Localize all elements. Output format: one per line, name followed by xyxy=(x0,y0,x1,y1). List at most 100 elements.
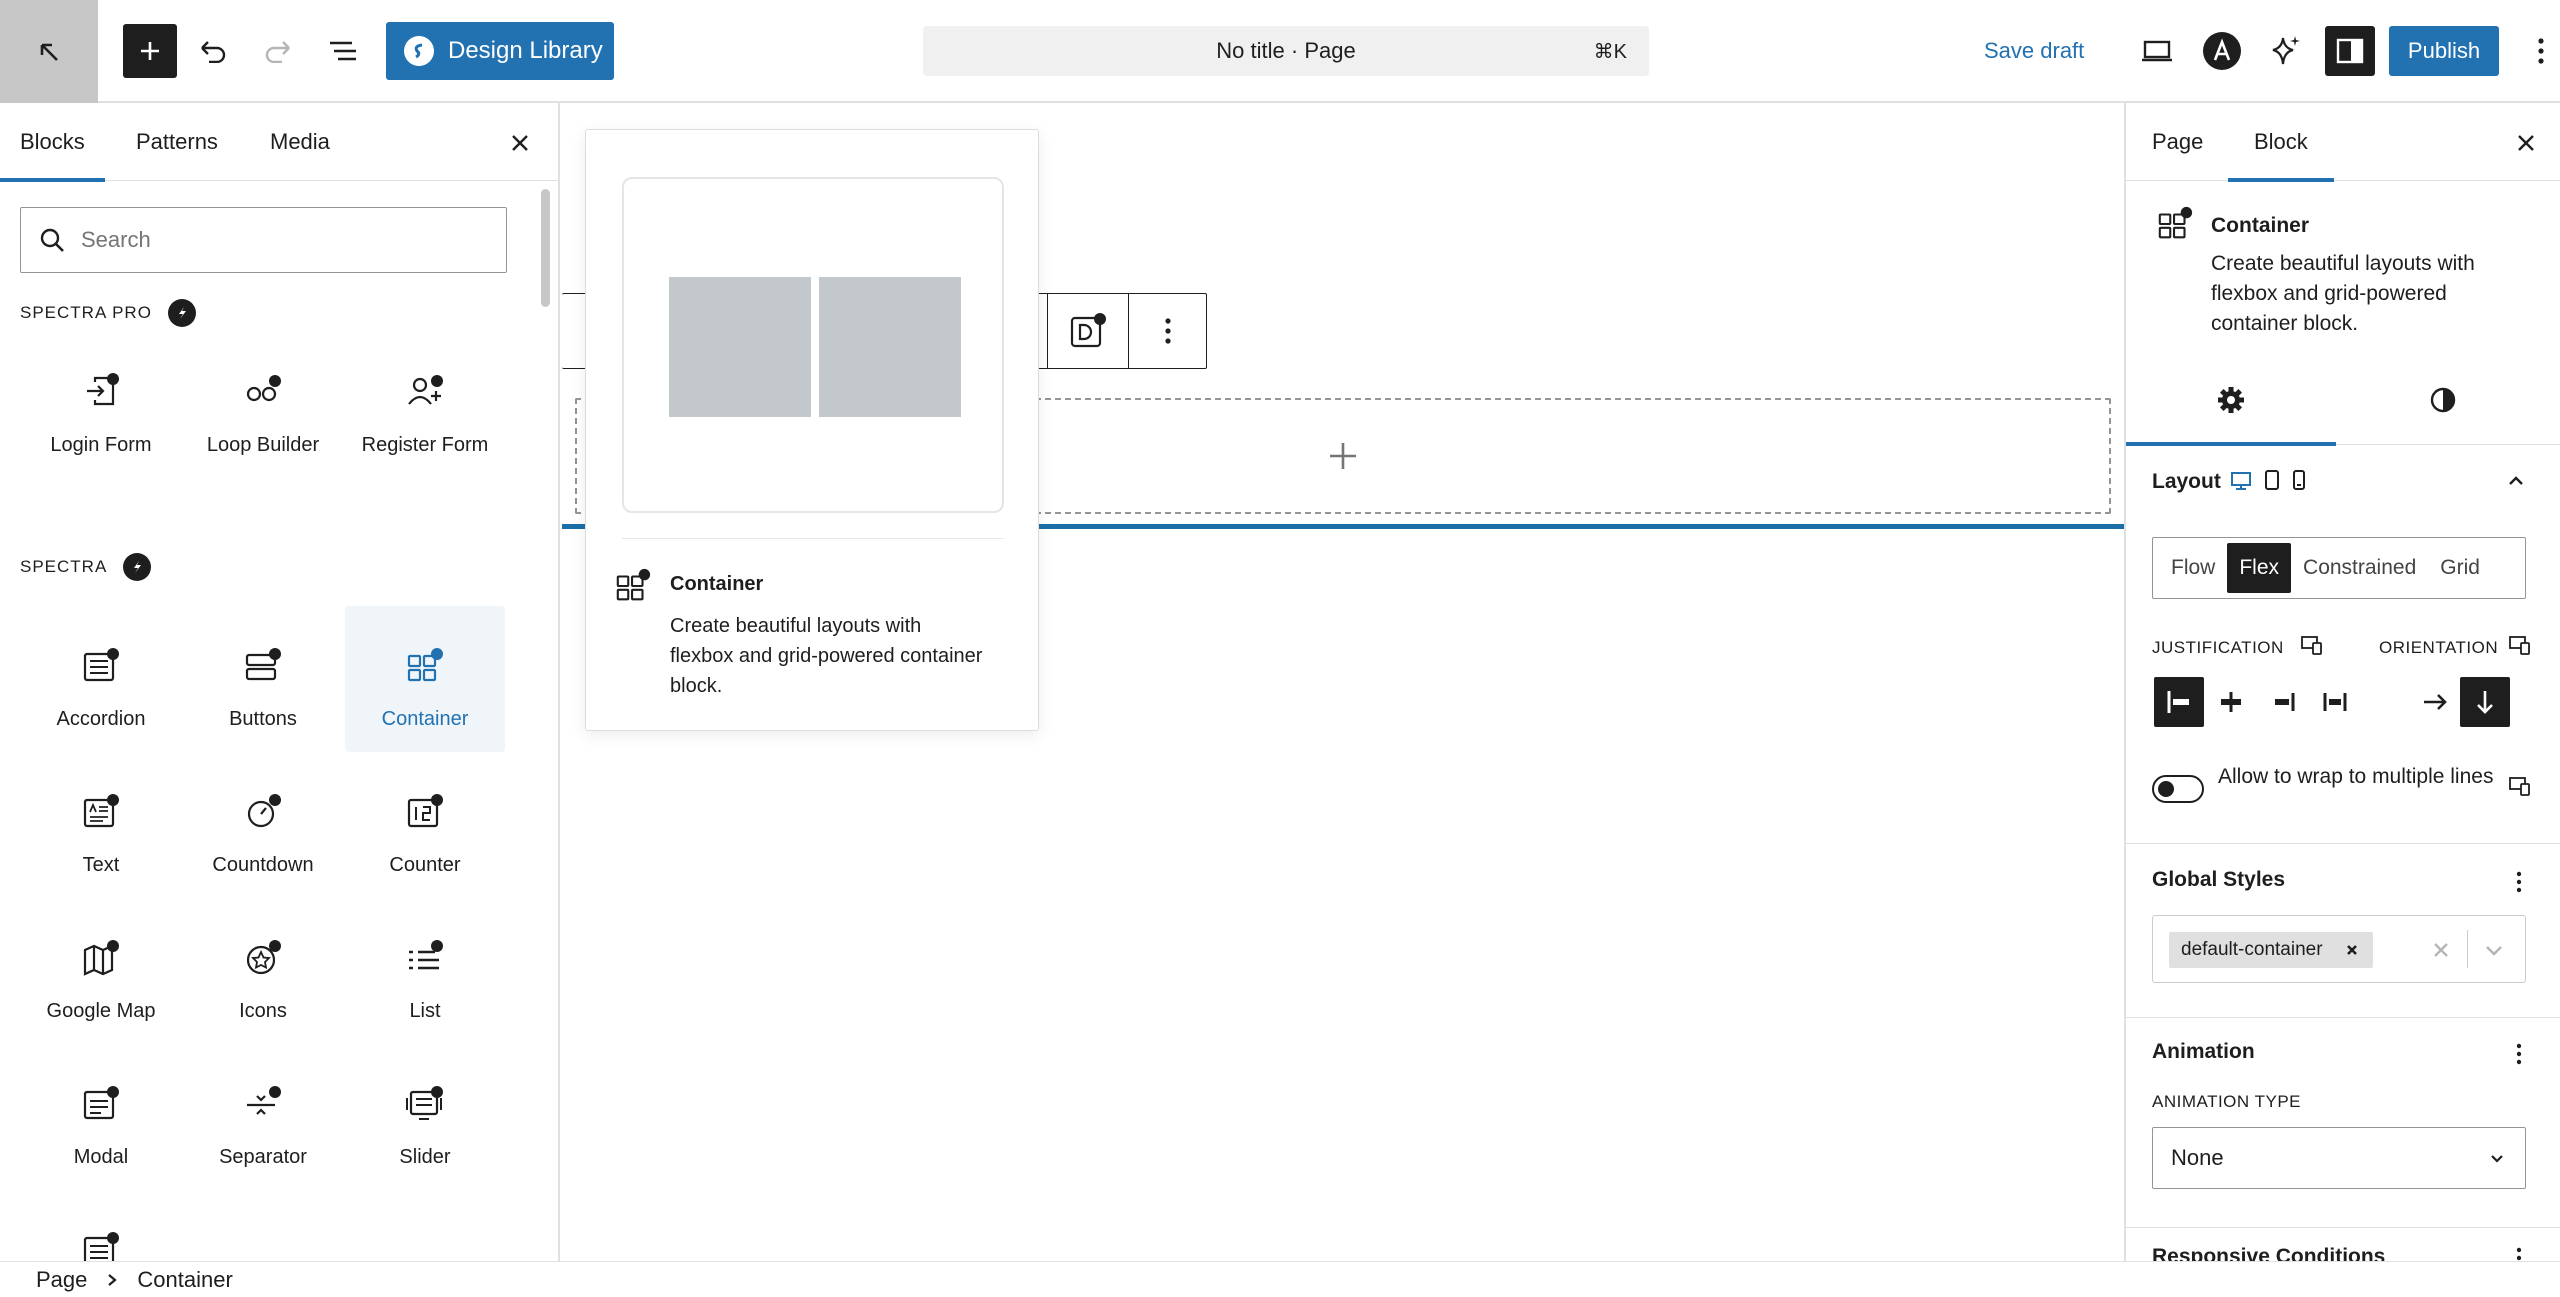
block-icons[interactable]: Icons xyxy=(183,898,343,1044)
block-loop-builder[interactable]: Loop Builder xyxy=(183,332,343,478)
responsive-icon[interactable] xyxy=(2300,634,2324,656)
responsive-conditions-menu-button[interactable] xyxy=(2504,1243,2534,1261)
layout-option-grid[interactable]: Grid xyxy=(2428,543,2492,593)
layout-option-flex[interactable]: Flex xyxy=(2227,543,2292,593)
global-styles-heading: Global Styles xyxy=(2152,868,2286,891)
remove-token-icon[interactable] xyxy=(2345,943,2359,957)
options-menu-button[interactable] xyxy=(2517,27,2560,75)
responsive-conditions-heading: Responsive Conditions xyxy=(2152,1245,2386,1261)
block-accordion[interactable]: Accordion xyxy=(21,606,181,752)
block-modal[interactable]: Modal xyxy=(21,1044,181,1190)
arrow-right-icon xyxy=(2424,694,2447,710)
back-button[interactable] xyxy=(0,0,98,103)
tab-settings[interactable] xyxy=(2126,355,2336,446)
chevron-down-icon[interactable] xyxy=(2483,940,2505,960)
orientation-horizontal-button[interactable] xyxy=(2410,677,2460,727)
block-more[interactable] xyxy=(21,1190,181,1261)
block-search-input[interactable] xyxy=(81,227,461,253)
justify-right-button[interactable] xyxy=(2258,677,2308,727)
block-google-map[interactable]: Google Map xyxy=(21,898,181,1044)
inserter-scrollbar[interactable] xyxy=(541,189,550,307)
kebab-menu-icon xyxy=(2516,1247,2522,1261)
modal-icon xyxy=(83,1086,119,1120)
responsive-icon[interactable] xyxy=(2508,634,2532,656)
document-overview-button[interactable] xyxy=(319,27,367,75)
block-buttons[interactable]: Buttons xyxy=(183,606,343,752)
block-options-button[interactable] xyxy=(1129,294,1207,368)
animation-menu-button[interactable] xyxy=(2504,1039,2534,1069)
layout-option-constrained[interactable]: Constrained xyxy=(2291,543,2428,593)
publish-button[interactable]: Publish xyxy=(2389,26,2499,76)
block-inserter-toggle[interactable] xyxy=(123,24,177,78)
wrap-toggle[interactable] xyxy=(2152,775,2204,803)
astra-button[interactable] xyxy=(2198,27,2246,75)
justify-left-button[interactable] xyxy=(2154,677,2204,727)
breadcrumb-page[interactable]: Page xyxy=(36,1267,87,1293)
desktop-icon[interactable] xyxy=(2230,471,2252,491)
block-slider[interactable]: Slider xyxy=(345,1044,505,1190)
block-separator[interactable]: Separator xyxy=(183,1044,343,1190)
save-draft-button[interactable]: Save draft xyxy=(1984,38,2084,64)
global-styles-selector[interactable]: default-container xyxy=(2152,915,2526,983)
sidebar-icon xyxy=(2336,38,2364,64)
justify-center-button[interactable] xyxy=(2206,677,2256,727)
tab-page[interactable]: Page xyxy=(2152,103,2203,181)
justify-space-between-button[interactable] xyxy=(2310,677,2360,727)
close-icon xyxy=(512,135,528,151)
design-library-button[interactable]: Design Library xyxy=(386,22,614,80)
block-label: Register Form xyxy=(361,434,489,456)
tab-styles[interactable] xyxy=(2338,355,2548,445)
panel-divider xyxy=(2126,843,2560,844)
block-icon xyxy=(83,1232,119,1261)
tab-block[interactable]: Block xyxy=(2228,103,2334,182)
close-inserter-button[interactable] xyxy=(506,129,534,157)
mobile-icon[interactable] xyxy=(2292,469,2306,491)
plus-icon xyxy=(141,42,159,60)
redo-button[interactable] xyxy=(254,27,302,75)
inserter-tabs: Blocks Patterns Media xyxy=(0,103,558,182)
tab-blocks[interactable]: Blocks xyxy=(0,103,105,182)
layout-heading: Layout xyxy=(2152,470,2221,493)
preview-button[interactable] xyxy=(2133,27,2181,75)
undo-button[interactable] xyxy=(189,27,237,75)
command-shortcut: ⌘K xyxy=(1593,41,1627,63)
preview-divider xyxy=(622,538,1004,539)
breadcrumb-container[interactable]: Container xyxy=(137,1267,232,1293)
block-countdown[interactable]: Countdown xyxy=(183,752,343,898)
block-label: Login Form xyxy=(50,434,152,456)
block-label: List xyxy=(409,1000,441,1022)
orientation-vertical-button[interactable] xyxy=(2460,677,2510,727)
ai-assistant-button[interactable] xyxy=(2262,27,2310,75)
plus-icon xyxy=(1330,443,1356,469)
close-settings-button[interactable] xyxy=(2512,129,2540,157)
animation-type-select[interactable]: None xyxy=(2152,1127,2526,1189)
search-icon xyxy=(40,228,64,252)
preview-description: Create beautiful layouts with flexbox an… xyxy=(670,615,983,697)
tab-media[interactable]: Media xyxy=(270,103,330,181)
chevron-up-icon[interactable] xyxy=(2504,469,2528,493)
buttons-icon xyxy=(245,648,281,681)
block-text[interactable]: Text xyxy=(21,752,181,898)
responsive-icon[interactable] xyxy=(2508,775,2532,797)
dynamic-content-button[interactable] xyxy=(1048,294,1128,368)
block-card-description: Create beautiful layouts with flexbox an… xyxy=(2211,252,2475,335)
container-icon xyxy=(407,648,443,682)
block-counter[interactable]: Counter xyxy=(345,752,505,898)
block-list[interactable]: List xyxy=(345,898,505,1044)
section-title-label: SPECTRA PRO xyxy=(20,303,152,322)
clear-icon[interactable] xyxy=(2431,940,2451,960)
tablet-icon[interactable] xyxy=(2264,469,2280,491)
orientation-label: ORIENTATION xyxy=(2379,638,2499,657)
block-register-form[interactable]: Register Form xyxy=(345,332,505,478)
layout-option-flow[interactable]: Flow xyxy=(2159,543,2227,593)
block-login-form[interactable]: Login Form xyxy=(21,332,181,478)
panel-divider xyxy=(2126,1017,2560,1018)
loop-builder-icon xyxy=(246,375,281,402)
list-icon xyxy=(409,940,443,970)
command-palette-button[interactable]: No title · Page ⌘K xyxy=(923,26,1649,76)
global-styles-menu-button[interactable] xyxy=(2504,867,2534,897)
tab-patterns[interactable]: Patterns xyxy=(136,103,218,181)
settings-toggle-button[interactable] xyxy=(2325,26,2375,76)
block-container[interactable]: Container xyxy=(345,606,505,752)
desktop-icon xyxy=(2142,40,2172,62)
